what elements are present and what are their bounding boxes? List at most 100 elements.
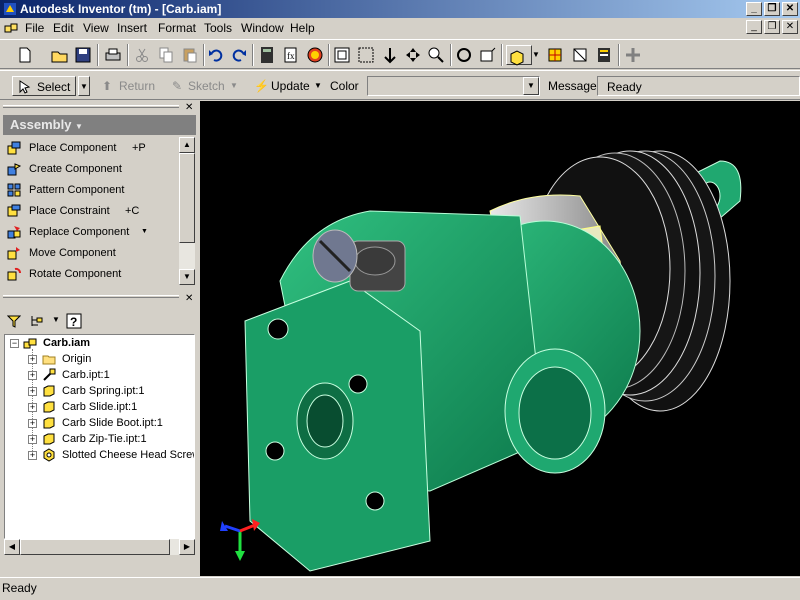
- properties-icon[interactable]: [594, 45, 614, 65]
- zoom-icon[interactable]: [380, 45, 400, 65]
- replace-component-icon: [7, 226, 21, 239]
- calculator-icon[interactable]: [257, 45, 277, 65]
- collapse-root-icon[interactable]: −: [10, 339, 19, 348]
- pan-icon[interactable]: [403, 45, 423, 65]
- part-icon: [43, 401, 55, 413]
- return-label: Return: [119, 79, 156, 93]
- return-button[interactable]: ⬆ Return: [100, 76, 155, 96]
- inventor-app-icon[interactable]: [3, 2, 17, 16]
- scroll-thumb[interactable]: [179, 153, 195, 243]
- perspective-icon[interactable]: [570, 45, 590, 65]
- status-text: Ready: [2, 581, 37, 595]
- redo-icon[interactable]: [229, 45, 249, 65]
- message-field: Ready: [597, 76, 800, 96]
- place-component-icon: [7, 141, 21, 155]
- zoom-selected-icon[interactable]: [426, 45, 446, 65]
- doc-restore-button[interactable]: ❐: [764, 20, 780, 34]
- expand-carb-zip-tie-icon[interactable]: +: [28, 435, 37, 444]
- menu-bar: File Edit View Insert Format Tools Windo…: [0, 18, 800, 38]
- sketch-button[interactable]: ✎ Sketch ▼: [170, 76, 240, 96]
- help-icon[interactable]: ?: [66, 313, 82, 329]
- panel-header[interactable]: Assembly ▼: [3, 115, 196, 135]
- expand-screw-icon[interactable]: +: [28, 451, 37, 460]
- menu-view[interactable]: View: [83, 21, 109, 35]
- print-icon[interactable]: [103, 45, 123, 65]
- select-dropdown-button[interactable]: ▼: [78, 76, 90, 96]
- expand-carb-slide-boot-icon[interactable]: +: [28, 419, 37, 428]
- menu-window[interactable]: Window: [241, 21, 284, 35]
- expand-origin-icon[interactable]: +: [28, 355, 37, 364]
- restore-button[interactable]: ❐: [764, 2, 780, 16]
- menu-edit[interactable]: Edit: [53, 21, 74, 35]
- message-label: Message: [548, 79, 597, 93]
- add-icon[interactable]: [623, 45, 643, 65]
- axis-triad-icon: [220, 519, 260, 561]
- hierarchy-dropdown-icon[interactable]: ▼: [52, 315, 60, 324]
- filter-icon[interactable]: [7, 314, 21, 328]
- rotate-icon[interactable]: [454, 45, 474, 65]
- lightning-icon: ⚡: [254, 79, 269, 93]
- zoom-window-icon[interactable]: [356, 45, 376, 65]
- standard-toolbar: fx ▼: [0, 39, 800, 69]
- expand-carb-spring-icon[interactable]: +: [28, 387, 37, 396]
- scroll-right-icon[interactable]: ▶: [179, 539, 195, 555]
- tree-horizontal-scrollbar[interactable]: ◀ ▶: [4, 539, 195, 555]
- scroll-up-icon[interactable]: ▲: [179, 137, 195, 153]
- hscroll-thumb[interactable]: [20, 539, 170, 555]
- message-value: Ready: [607, 80, 642, 94]
- shaded-display-icon[interactable]: [506, 45, 532, 66]
- color-label: Color: [330, 79, 359, 93]
- replace-dropdown-icon[interactable]: ▼: [141, 223, 148, 241]
- cursor-icon: [19, 80, 31, 94]
- create-component-icon: [7, 163, 21, 176]
- move-component-icon: [7, 247, 20, 260]
- color-dropdown-icon[interactable]: ▼: [523, 77, 539, 95]
- minimize-button[interactable]: _: [746, 2, 762, 16]
- select-label: Select: [37, 80, 71, 94]
- sketch-label: Sketch: [188, 79, 225, 93]
- cut-icon[interactable]: [132, 45, 152, 65]
- scroll-left-icon[interactable]: ◀: [4, 539, 20, 555]
- shadow-icon[interactable]: [545, 45, 565, 65]
- menu-format[interactable]: Format: [158, 21, 196, 35]
- place-constraint-icon: [7, 204, 21, 217]
- update-button[interactable]: ⚡ Update ▼: [252, 76, 327, 96]
- menu-tools[interactable]: Tools: [204, 21, 232, 35]
- menu-insert[interactable]: Insert: [117, 21, 147, 35]
- new-icon[interactable]: [15, 45, 35, 65]
- menu-help[interactable]: Help: [290, 21, 315, 35]
- look-at-icon[interactable]: [478, 45, 498, 65]
- close-button[interactable]: ✕: [782, 2, 798, 16]
- scroll-down-icon[interactable]: ▼: [179, 269, 195, 285]
- command-list: Place Component +P Create Component Patt…: [3, 137, 179, 285]
- doc-minimize-button[interactable]: _: [746, 20, 762, 34]
- color-select[interactable]: ▼: [367, 76, 540, 96]
- parameters-icon[interactable]: fx: [281, 45, 301, 65]
- doc-close-button[interactable]: ✕: [782, 20, 798, 34]
- graphics-viewport[interactable]: [200, 101, 800, 576]
- command-scrollbar[interactable]: ▲ ▼: [179, 137, 195, 285]
- menu-file[interactable]: File: [25, 21, 44, 35]
- status-bar: Ready: [0, 577, 800, 600]
- expand-carb-icon[interactable]: +: [28, 371, 37, 380]
- part-icon: [43, 385, 55, 397]
- display-dropdown-icon[interactable]: ▼: [532, 45, 542, 65]
- open-icon[interactable]: [50, 45, 70, 65]
- copy-icon[interactable]: [156, 45, 176, 65]
- chevron-down-icon: ▼: [75, 122, 83, 131]
- paste-icon[interactable]: [180, 45, 200, 65]
- save-icon[interactable]: [73, 45, 93, 65]
- expand-carb-slide-icon[interactable]: +: [28, 403, 37, 412]
- return-arrow-icon: ⬆: [102, 79, 113, 93]
- document-icon[interactable]: [3, 20, 19, 36]
- hierarchy-icon[interactable]: [29, 314, 43, 328]
- select-button[interactable]: Select: [12, 76, 76, 96]
- browser-close-icon[interactable]: ✕: [185, 293, 193, 304]
- carburetor-model[interactable]: [200, 101, 800, 576]
- undo-icon[interactable]: [206, 45, 226, 65]
- zoom-all-icon[interactable]: [332, 45, 352, 65]
- no-entry-icon[interactable]: [305, 45, 325, 65]
- panel-header-label: Assembly: [10, 117, 72, 132]
- part-pin-icon: [43, 368, 56, 381]
- panel-close-icon[interactable]: ✕: [185, 102, 193, 113]
